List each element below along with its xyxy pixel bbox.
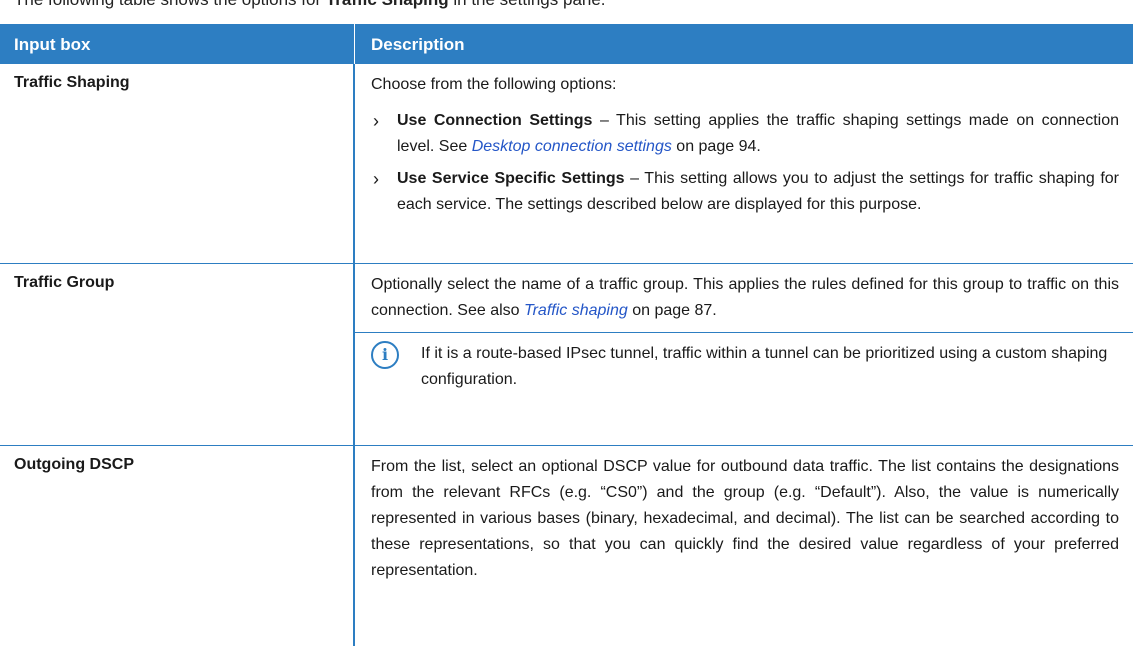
table-row: Outgoing DSCP From the list, select an o…: [0, 446, 1133, 646]
header-input-box: Input box: [0, 24, 355, 64]
list-item: › Use Service Specific Settings – This s…: [371, 166, 1119, 218]
row-label: Outgoing DSCP: [0, 446, 355, 646]
row-label: Traffic Shaping: [0, 64, 355, 263]
chevron-right-icon: ›: [373, 111, 379, 131]
table-row: Traffic Group Optionally select the name…: [0, 264, 1133, 446]
settings-table: Input box Description Traffic Shaping Ch…: [0, 24, 1133, 646]
table-row: Traffic Shaping Choose from the followin…: [0, 64, 1133, 264]
description-text: Optionally select the name of a traffic …: [371, 276, 1119, 319]
caption-text: The following table shows the options fo…: [14, 0, 606, 10]
table-header: Input box Description: [0, 24, 1133, 64]
row-label: Traffic Group: [0, 264, 355, 445]
row-description: Optionally select the name of a traffic …: [355, 264, 1133, 445]
info-icon: i: [371, 341, 399, 369]
header-description: Description: [371, 35, 465, 54]
intro-text: Choose from the following options:: [371, 76, 617, 93]
cut-caption: The following table shows the options fo…: [0, 0, 1133, 14]
description-text: From the list, select an optional DSCP v…: [371, 458, 1119, 579]
row-description: Choose from the following options: › Use…: [355, 64, 1133, 263]
link-traffic-shaping[interactable]: Traffic shaping: [524, 302, 628, 319]
note-text: If it is a route-based IPsec tunnel, tra…: [421, 345, 1108, 388]
list-item: › Use Connection Settings – This setting…: [371, 108, 1119, 160]
note-box: i If it is a route-based IPsec tunnel, t…: [355, 332, 1133, 399]
chevron-right-icon: ›: [373, 169, 379, 189]
row-description: From the list, select an optional DSCP v…: [355, 446, 1133, 646]
link-desktop-connection-settings[interactable]: Desktop connection settings: [472, 138, 672, 155]
